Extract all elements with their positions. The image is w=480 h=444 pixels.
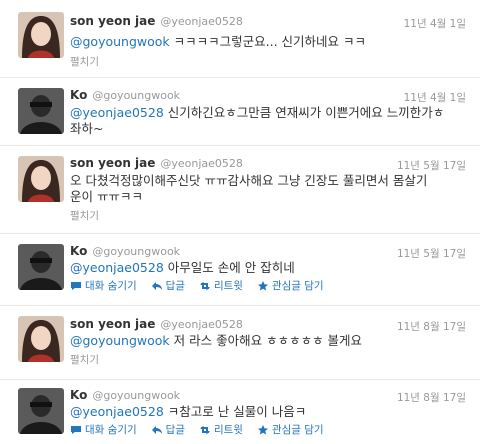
mention-link[interactable]: @yeonjae0528	[70, 260, 164, 275]
author-name[interactable]: Ko @goyoungwook	[70, 388, 180, 402]
author-name[interactable]: Ko @goyoungwook	[70, 88, 180, 102]
favorite-button[interactable]: 관심글 담기	[257, 278, 324, 293]
tweet[interactable]: Ko @goyoungwook 11년 8월 17일 @yeonjae0528 ㅋ…	[0, 380, 480, 444]
retweet-button[interactable]: 리트윗	[199, 422, 243, 437]
retweet-icon	[199, 281, 210, 290]
tweet[interactable]: Ko @goyoungwook 11년 4월 1일 @yeonjae0528 신기…	[0, 78, 480, 146]
conversation-icon	[71, 281, 81, 290]
avatar[interactable]	[18, 156, 64, 202]
author-name[interactable]: Ko @goyoungwook	[70, 244, 180, 258]
author-handle[interactable]: @goyoungwook	[92, 89, 180, 102]
reply-icon	[151, 425, 162, 434]
reply-icon	[151, 281, 162, 290]
star-icon	[257, 424, 268, 434]
favorite-button[interactable]: 관심글 담기	[257, 422, 324, 437]
retweet-button[interactable]: 리트윗	[199, 278, 243, 293]
tweet-date[interactable]: 11년 4월 1일	[404, 90, 466, 105]
hide-conversation-button[interactable]: 대화 숨기기	[70, 422, 137, 437]
tweet-actions: 대화 숨기기 답글 리트윗 관심글 담기	[70, 422, 324, 437]
tweet-date[interactable]: 11년 5월 17일	[397, 158, 466, 173]
tweet[interactable]: son yeon jae @yeonjae0528 11년 5월 17일 오 다쳤…	[0, 146, 480, 234]
retweet-icon	[199, 425, 210, 434]
avatar[interactable]	[18, 88, 64, 134]
avatar[interactable]	[18, 244, 64, 290]
tweet-text: @goyoungwook 저 라스 좋아해요 ㅎㅎㅎㅎㅎ 볼게요	[70, 333, 363, 348]
tweet-text: @yeonjae0528 아무일도 손에 안 잡히네	[70, 260, 295, 275]
avatar[interactable]	[18, 316, 64, 362]
expand-link[interactable]: 펼치기	[70, 208, 99, 223]
timeline: son yeon jae @yeonjae0528 11년 4월 1일 @goyo…	[0, 0, 480, 444]
author-handle[interactable]: @yeonjae0528	[160, 15, 243, 28]
expand-link[interactable]: 펼치기	[70, 54, 99, 69]
author-handle[interactable]: @yeonjae0528	[160, 157, 243, 170]
hide-conversation-button[interactable]: 대화 숨기기	[70, 278, 137, 293]
author-name[interactable]: son yeon jae @yeonjae0528	[70, 156, 243, 170]
author-handle[interactable]: @goyoungwook	[92, 389, 180, 402]
expand-link[interactable]: 펼치기	[70, 352, 99, 367]
author-handle[interactable]: @goyoungwook	[92, 245, 180, 258]
author-name[interactable]: son yeon jae @yeonjae0528	[70, 317, 243, 331]
tweet[interactable]: son yeon jae @yeonjae0528 11년 8월 17일 @goy…	[0, 306, 480, 380]
mention-link[interactable]: @yeonjae0528	[70, 105, 164, 120]
mention-link[interactable]: @goyoungwook	[70, 333, 170, 348]
mention-link[interactable]: @goyoungwook	[70, 34, 170, 49]
tweet-text: @yeonjae0528 ㅋ참고로 난 실물이 나음ㅋ	[70, 404, 307, 419]
author-handle[interactable]: @yeonjae0528	[160, 318, 243, 331]
reply-button[interactable]: 답글	[151, 422, 185, 437]
tweet-text: @goyoungwook ㅋㅋㅋㅋ그렇군요... 신기하네요 ㅋㅋ	[70, 34, 367, 49]
avatar[interactable]	[18, 12, 64, 58]
tweet[interactable]: Ko @goyoungwook 11년 5월 17일 @yeonjae0528 아…	[0, 234, 480, 306]
tweet-text: 오 다쳤걱정많이해주신닷 ㅠㅠ감사해요 그냥 긴장도 풀리면서 몸살기 운이 ㅠㅠ…	[70, 173, 428, 204]
conversation-icon	[71, 425, 81, 434]
star-icon	[257, 280, 268, 290]
tweet-date[interactable]: 11년 8월 17일	[397, 319, 466, 334]
tweet-text: @yeonjae0528 신기하긴요ㅎ그만큼 연재씨가 이쁜거에요 느끼한가ㅎ 좌…	[70, 105, 445, 136]
reply-button[interactable]: 답글	[151, 278, 185, 293]
mention-link[interactable]: @yeonjae0528	[70, 404, 164, 419]
tweet[interactable]: son yeon jae @yeonjae0528 11년 4월 1일 @goyo…	[0, 0, 480, 78]
author-name[interactable]: son yeon jae @yeonjae0528	[70, 14, 243, 28]
tweet-date[interactable]: 11년 4월 1일	[404, 16, 466, 31]
avatar[interactable]	[18, 388, 64, 434]
tweet-date[interactable]: 11년 8월 17일	[397, 390, 466, 405]
tweet-date[interactable]: 11년 5월 17일	[397, 246, 466, 261]
tweet-actions: 대화 숨기기 답글 리트윗 관심글 담기	[70, 278, 324, 293]
